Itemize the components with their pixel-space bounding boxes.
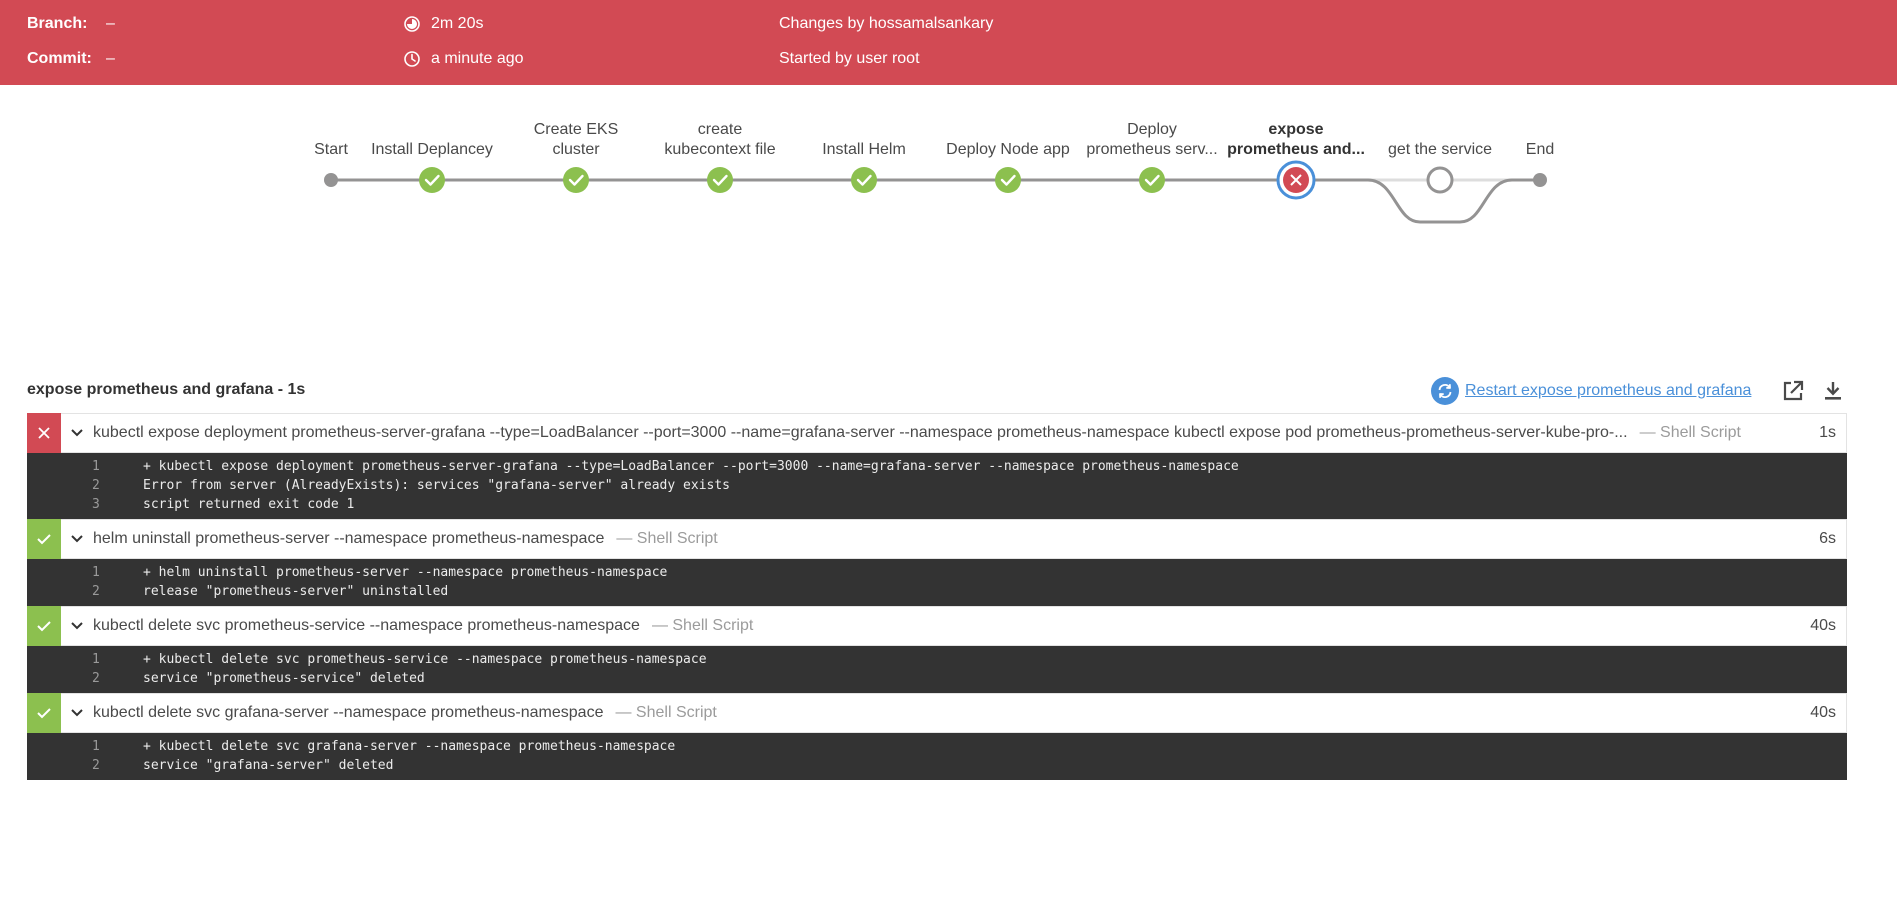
step-type: — Shell Script (616, 530, 718, 547)
duration-icon (403, 15, 421, 33)
started-field: a minute ago (403, 49, 524, 69)
console-line: 2 service "grafana-server" deleted (27, 756, 1847, 775)
stage-success-node (563, 167, 589, 193)
line-text: + helm uninstall prometheus-server --nam… (143, 565, 668, 580)
stage-success-node (851, 167, 877, 193)
download-icon[interactable] (1820, 378, 1846, 404)
console-line: 1 + kubectl expose deployment prometheus-… (27, 457, 1847, 476)
restart-icon[interactable] (1431, 377, 1459, 405)
line-number[interactable]: 1 (27, 737, 143, 756)
line-number[interactable]: 2 (27, 476, 143, 495)
log-step: helm uninstall prometheus-server --names… (27, 519, 1847, 606)
chevron-down-icon[interactable] (67, 709, 87, 717)
console-line: 1 + kubectl delete svc grafana-server --n… (27, 737, 1847, 756)
step-duration: 6s (1819, 530, 1836, 547)
step-console-output: 1 + kubectl delete svc prometheus-service… (27, 646, 1847, 693)
line-number[interactable]: 1 (27, 650, 143, 669)
commit-label: Commit: (27, 50, 92, 67)
branch-label: Branch: (27, 15, 88, 32)
log-step: kubectl delete svc prometheus-service --… (27, 606, 1847, 693)
line-text: Error from server (AlreadyExists): servi… (143, 478, 730, 493)
line-text: + kubectl delete svc prometheus-service … (143, 652, 707, 667)
step-list: kubectl expose deployment prometheus-ser… (27, 413, 1847, 780)
step-success-icon (27, 693, 61, 733)
stage-log-title: expose prometheus and grafana - 1s (27, 381, 306, 398)
log-step-header[interactable]: kubectl expose deployment prometheus-ser… (27, 413, 1847, 453)
started-by-text: Started by user root (779, 50, 920, 67)
start-node (324, 173, 338, 187)
commit-value: – (106, 50, 115, 67)
step-duration: 1s (1819, 424, 1836, 441)
line-text: release "prometheus-server" uninstalled (143, 584, 449, 599)
step-success-icon (27, 519, 61, 559)
branch-value: – (106, 15, 115, 32)
line-text: service "grafana-server" deleted (143, 758, 394, 773)
step-success-icon (27, 606, 61, 646)
console-line: 1 + kubectl delete svc prometheus-service… (27, 650, 1847, 669)
started-ago-value: a minute ago (431, 50, 524, 67)
line-text: script returned exit code 1 (143, 497, 355, 512)
run-header: Branch: – Commit: – 2m 20s a minute ago … (0, 0, 1897, 85)
log-step-header[interactable]: kubectl delete svc prometheus-service --… (27, 606, 1847, 646)
step-command: helm uninstall prometheus-server --names… (93, 530, 605, 547)
console-line: 2 service "prometheus-service" deleted (27, 669, 1847, 688)
chevron-down-icon[interactable] (67, 429, 87, 437)
stage-success-node (707, 167, 733, 193)
commit-field: Commit: – (27, 49, 115, 69)
line-text: + kubectl delete svc grafana-server --na… (143, 739, 676, 754)
step-type: — Shell Script (651, 617, 754, 634)
console-line: 2 release "prometheus-server" uninstalled (27, 582, 1847, 601)
duration-value: 2m 20s (431, 15, 484, 32)
end-node (1533, 173, 1547, 187)
console-line: 2 Error from server (AlreadyExists): serv… (27, 476, 1847, 495)
step-command: kubectl delete svc prometheus-service --… (93, 617, 640, 634)
step-command: kubectl delete svc grafana-server --name… (93, 704, 604, 721)
step-console-output: 1 + kubectl expose deployment prometheus-… (27, 453, 1847, 519)
stage-not-run-node (1426, 166, 1454, 194)
stage-success-node (995, 167, 1021, 193)
step-console-output: 1 + helm uninstall prometheus-server --na… (27, 559, 1847, 606)
line-number[interactable]: 3 (27, 495, 143, 514)
log-step: kubectl expose deployment prometheus-ser… (27, 413, 1847, 519)
restart-stage-link[interactable]: Restart expose prometheus and grafana (1465, 382, 1751, 400)
line-number[interactable]: 2 (27, 582, 143, 601)
step-type: — Shell Script (1639, 424, 1741, 441)
stage-success-node (419, 167, 445, 193)
duration-field: 2m 20s (403, 14, 483, 34)
step-failed-icon (27, 413, 61, 453)
chevron-down-icon[interactable] (67, 535, 87, 543)
step-console-output: 1 + kubectl delete svc grafana-server --n… (27, 733, 1847, 780)
branch-field: Branch: – (27, 14, 115, 34)
line-text: service "prometheus-service" deleted (143, 671, 425, 686)
log-step-header[interactable]: helm uninstall prometheus-server --names… (27, 519, 1847, 559)
open-external-icon[interactable] (1780, 378, 1806, 404)
parallel-bypass-connector (1296, 178, 1540, 224)
restart-stage-control[interactable]: Restart expose prometheus and grafana (1431, 376, 1751, 406)
step-type: — Shell Script (615, 704, 717, 721)
pipeline-graph: Start Install Deplancey Create EKS cluster c… (0, 85, 1897, 285)
stage-success-node (1139, 167, 1165, 193)
line-number[interactable]: 2 (27, 669, 143, 688)
line-text: + kubectl expose deployment prometheus-s… (143, 459, 1239, 474)
step-duration: 40s (1810, 617, 1836, 634)
chevron-down-icon[interactable] (67, 622, 87, 630)
log-step: kubectl delete svc grafana-server --name… (27, 693, 1847, 780)
clock-icon (403, 50, 421, 68)
console-line: 3 script returned exit code 1 (27, 495, 1847, 514)
pipeline-graph-canvas (324, 160, 1547, 224)
step-duration: 40s (1810, 704, 1836, 721)
line-number[interactable]: 1 (27, 457, 143, 476)
log-step-header[interactable]: kubectl delete svc grafana-server --name… (27, 693, 1847, 733)
changes-text: Changes by hossamalsankary (779, 15, 994, 32)
line-number[interactable]: 2 (27, 756, 143, 775)
console-line: 1 + helm uninstall prometheus-server --na… (27, 563, 1847, 582)
step-command: kubectl expose deployment prometheus-ser… (93, 424, 1628, 441)
line-number[interactable]: 1 (27, 563, 143, 582)
